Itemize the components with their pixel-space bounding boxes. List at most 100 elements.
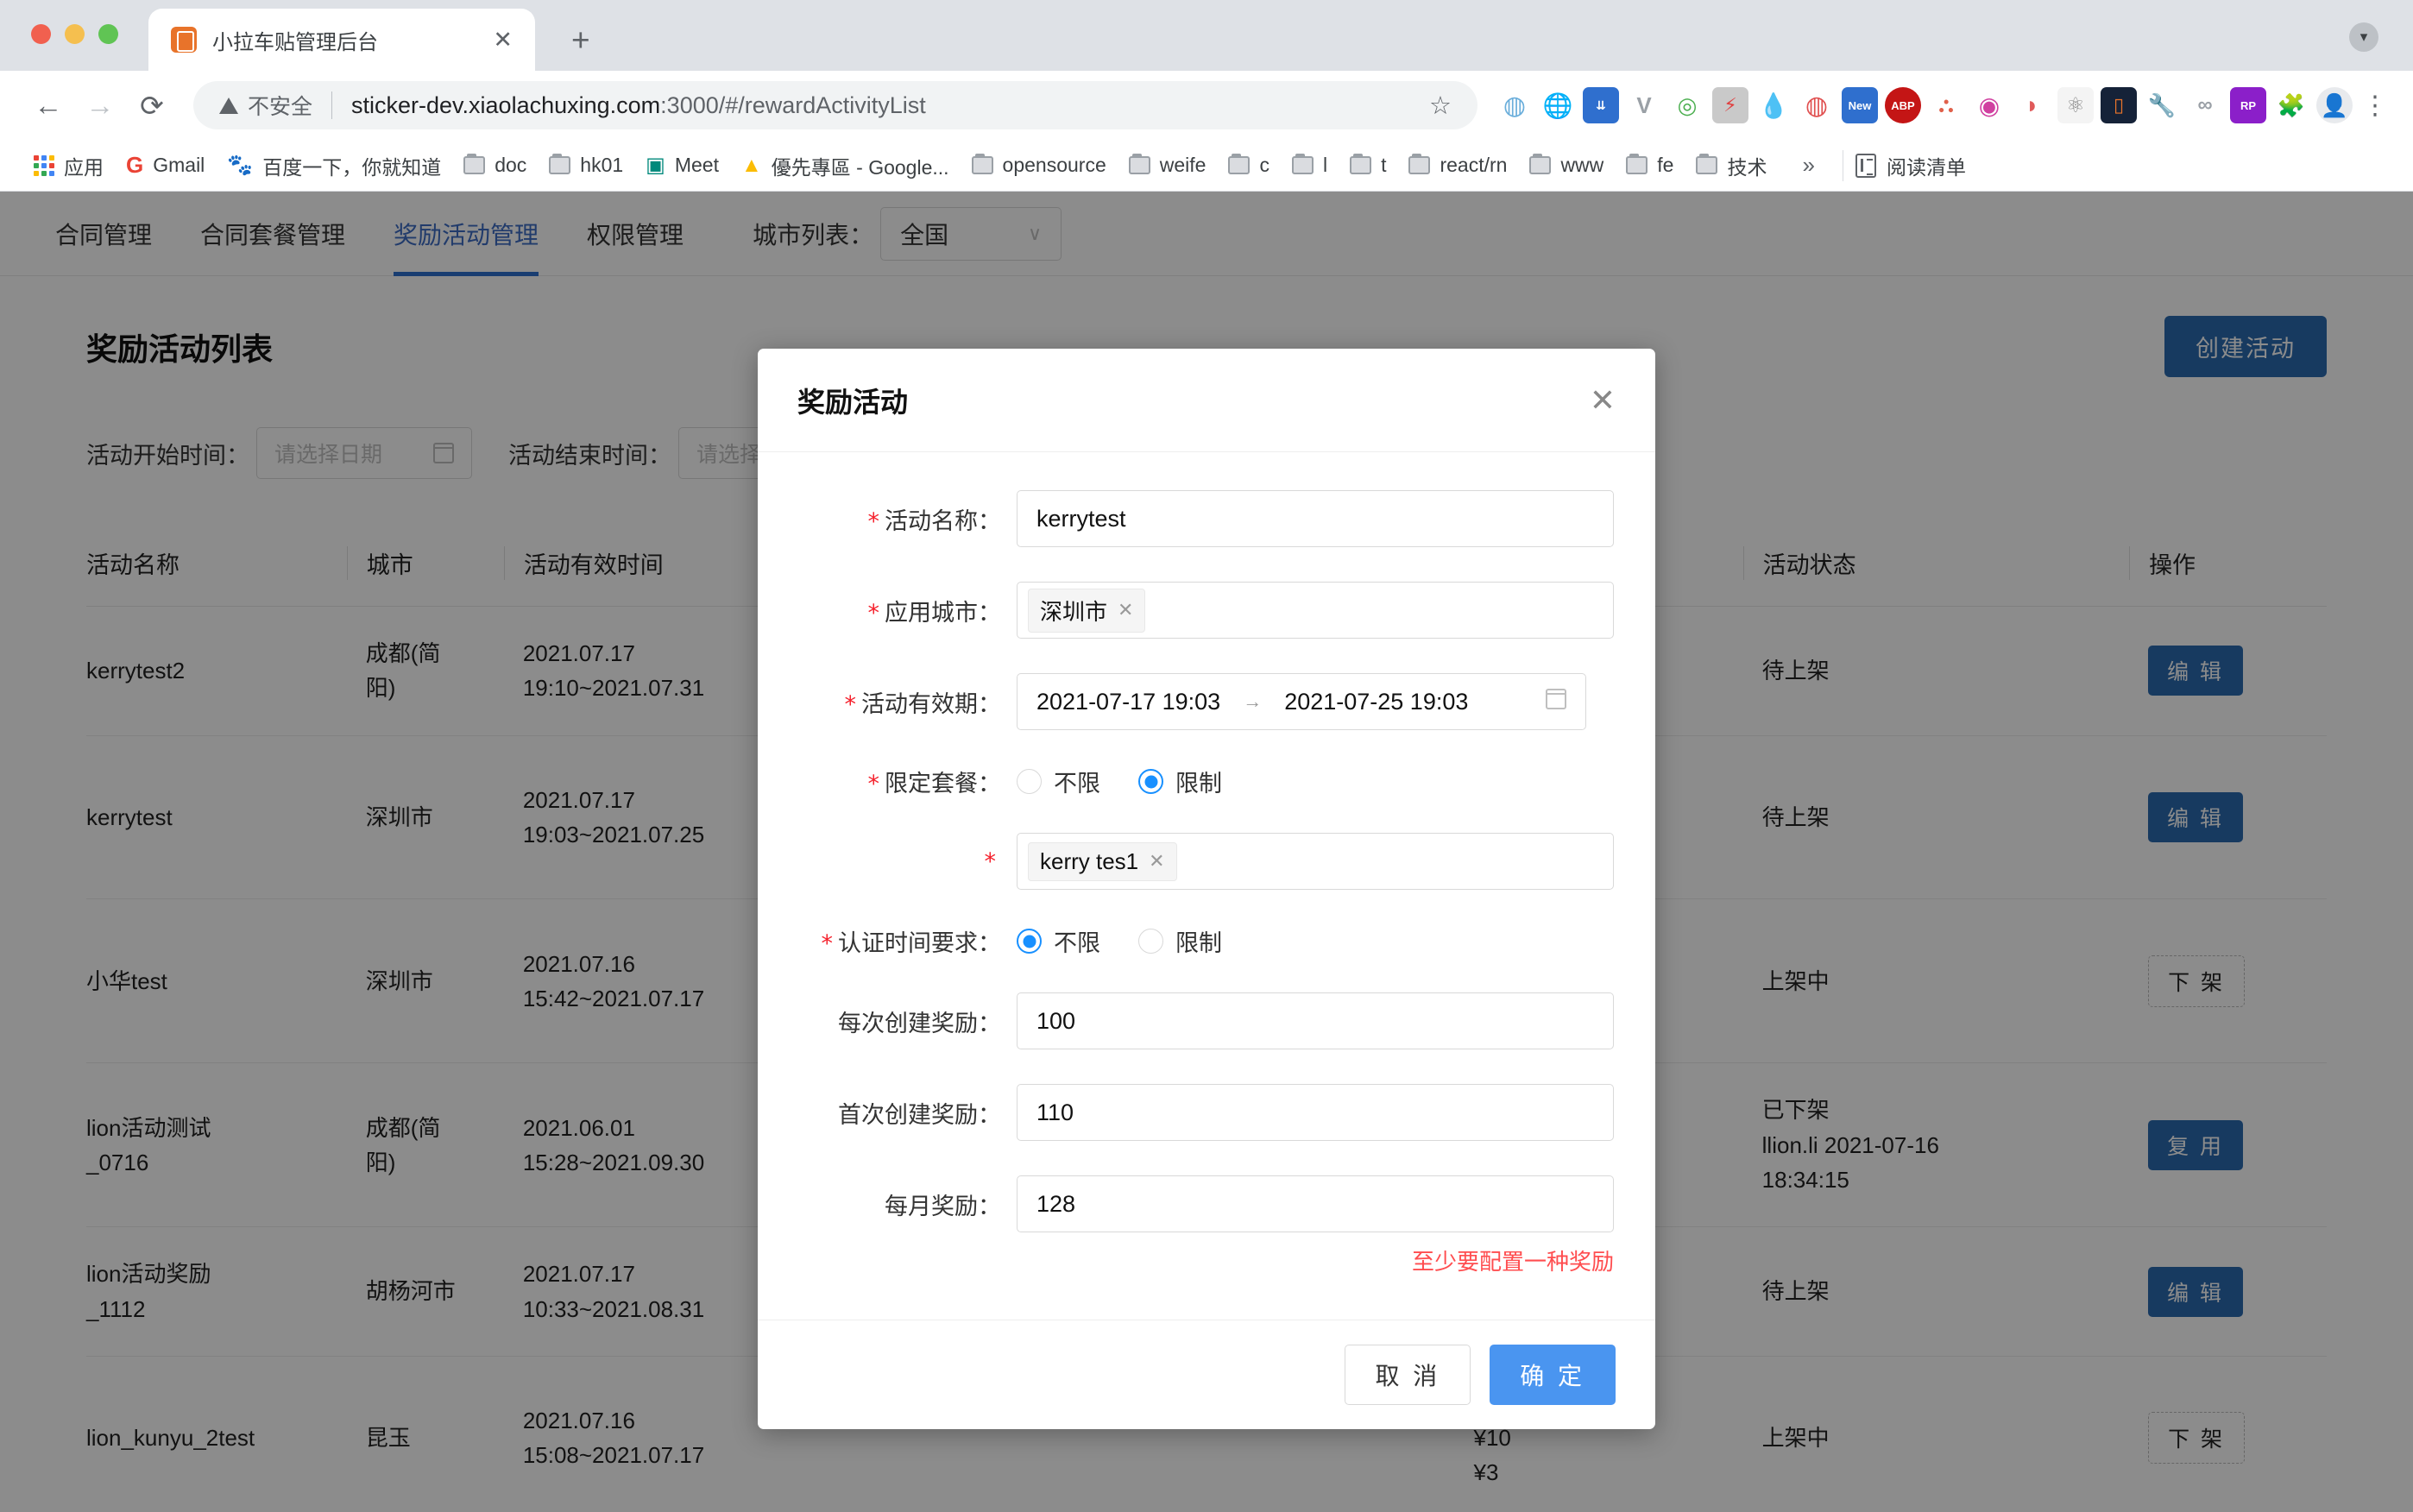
meet-icon: ▣: [646, 154, 665, 177]
label-text: 认证时间要求：: [838, 930, 1001, 956]
ext-globe-icon[interactable]: 🌐: [1540, 87, 1576, 123]
browser-tab[interactable]: 小拉车贴管理后台 ✕: [148, 9, 535, 71]
ext-oval-blue-icon[interactable]: ◍: [1496, 87, 1533, 123]
ext-red-shape-icon[interactable]: ◗: [2014, 87, 2051, 123]
remove-tag-icon[interactable]: ✕: [1149, 850, 1164, 873]
field-label: *: [758, 848, 1017, 875]
period-start-value[interactable]: 2021-07-17 19:03: [1036, 689, 1220, 715]
ext-abp-icon[interactable]: ABP: [1885, 87, 1921, 123]
bookmark-l[interactable]: l: [1281, 146, 1339, 186]
back-button[interactable]: ←: [22, 79, 74, 131]
chevron-down-icon[interactable]: ▾: [2349, 22, 2378, 52]
minimize-window-button[interactable]: [65, 24, 85, 44]
radio-dot-icon: [1017, 769, 1042, 794]
ext-color-wheel-icon[interactable]: ◉: [1971, 87, 2007, 123]
radio-label: 不限: [1054, 771, 1100, 797]
maximize-window-button[interactable]: [98, 24, 118, 44]
radio-auth-unlimited[interactable]: 不限: [1017, 924, 1100, 958]
ext-dark-tile-icon[interactable]: ▯: [2101, 87, 2137, 123]
ext-drop-icon[interactable]: 💧: [1755, 87, 1792, 123]
bookmark-label: l: [1322, 154, 1328, 176]
ext-clouds-icon[interactable]: ∞: [2187, 87, 2223, 123]
bookmark-label: hk01: [580, 154, 624, 176]
ext-wrench-icon[interactable]: 🔧: [2144, 87, 2180, 123]
activity-name-input[interactable]: kerrytest: [1017, 490, 1614, 547]
radio-package-limited[interactable]: 限制: [1138, 765, 1222, 798]
bookmark-baidu[interactable]: 🐾 百度一下，你就知道: [216, 146, 452, 186]
bookmark-t[interactable]: t: [1339, 146, 1397, 186]
bookmark-www[interactable]: www: [1518, 146, 1615, 186]
chrome-menu-icon[interactable]: ⋮: [2359, 91, 2391, 121]
package-tag[interactable]: kerry tes1 ✕: [1028, 841, 1177, 881]
forward-button[interactable]: →: [74, 79, 126, 131]
monthly-reward-input[interactable]: 128: [1017, 1175, 1614, 1232]
radio-auth-limited[interactable]: 限制: [1138, 924, 1222, 958]
bookmark-react-rn[interactable]: react/rn: [1397, 146, 1518, 186]
ext-rp-purple-icon[interactable]: RP: [2230, 87, 2266, 123]
close-tab-icon[interactable]: ✕: [493, 28, 513, 52]
bookmark-label: t: [1381, 154, 1387, 176]
bookmark-jishu[interactable]: 技术: [1685, 146, 1778, 186]
ext-puzzle-icon[interactable]: 🧩: [2273, 87, 2309, 123]
each-create-reward-input[interactable]: 100: [1017, 992, 1614, 1049]
bookmark-apps[interactable]: 应用: [22, 146, 115, 186]
bookmarks-overflow-icon[interactable]: »: [1802, 152, 1814, 179]
bookmark-weife[interactable]: weife: [1118, 146, 1218, 186]
field-auth-time-requirement: * 认证时间要求： 不限 限制: [758, 924, 1614, 958]
remove-tag-icon[interactable]: ✕: [1118, 599, 1133, 621]
field-label: * 活动有效期：: [758, 685, 1017, 719]
bookmark-fe[interactable]: fe: [1615, 146, 1685, 186]
reload-button[interactable]: ⟳: [126, 79, 178, 131]
bookmark-opensource[interactable]: opensource: [961, 146, 1118, 186]
close-window-button[interactable]: [31, 24, 51, 44]
not-secure-badge[interactable]: 不安全: [219, 90, 312, 121]
ext-flash-icon[interactable]: ⚡: [1712, 87, 1748, 123]
field-label: 每月奖励：: [885, 1193, 1001, 1219]
bookmark-doc[interactable]: doc: [452, 146, 538, 186]
bookmark-meet[interactable]: ▣ Meet: [634, 146, 730, 186]
field-control: 深圳市 ✕: [1017, 582, 1614, 639]
url-text: sticker-dev.xiaolachuxing.com:3000/#/rew…: [351, 92, 926, 119]
bookmarks-bar: 应用 G Gmail 🐾 百度一下，你就知道 doc hk01 ▣ Meet ▲…: [0, 140, 2413, 192]
apply-city-select[interactable]: 深圳市 ✕: [1017, 582, 1614, 639]
address-bar[interactable]: 不安全 sticker-dev.xiaolachuxing.com:3000/#…: [193, 81, 1477, 129]
window-traffic-lights[interactable]: [31, 24, 118, 44]
ext-new-icon[interactable]: New: [1842, 87, 1878, 123]
ext-profile-icon[interactable]: 👤: [2316, 87, 2353, 123]
close-icon[interactable]: ✕: [1590, 384, 1616, 416]
bookmark-label: www: [1560, 154, 1604, 176]
required-asterisk-icon: *: [867, 771, 880, 797]
bookmark-label: Gmail: [153, 154, 205, 176]
first-create-reward-input[interactable]: 110: [1017, 1084, 1614, 1141]
folder-icon: [1696, 154, 1718, 174]
reading-list-button[interactable]: 阅读清单: [1855, 151, 1966, 180]
new-tab-button[interactable]: +: [571, 22, 590, 59]
ext-oval-red-icon[interactable]: ◍: [1799, 87, 1835, 123]
ext-v-gray-icon[interactable]: V: [1626, 87, 1662, 123]
bookmark-label: 優先專區 - Google...: [771, 155, 949, 179]
field-first-create-reward: 首次创建奖励： 110: [758, 1084, 1614, 1141]
radio-package-unlimited[interactable]: 不限: [1017, 765, 1100, 798]
city-tag-label: 深圳市: [1040, 598, 1108, 625]
package-select[interactable]: kerry tes1 ✕: [1017, 833, 1614, 890]
city-tag[interactable]: 深圳市 ✕: [1028, 588, 1146, 633]
radio-label: 限制: [1175, 930, 1222, 956]
label-text: 活动有效期：: [861, 690, 1001, 717]
confirm-button[interactable]: 确 定: [1490, 1345, 1616, 1405]
range-arrow-icon: →: [1243, 690, 1263, 712]
ext-sitemap-icon[interactable]: ⛬: [1928, 87, 1964, 123]
apps-grid-icon: [34, 154, 54, 176]
bookmark-c[interactable]: c: [1217, 146, 1281, 186]
ext-target-icon[interactable]: ◎: [1669, 87, 1705, 123]
security-label: 不安全: [248, 95, 313, 119]
bookmark-gmail[interactable]: G Gmail: [115, 146, 216, 186]
cancel-button[interactable]: 取 消: [1345, 1345, 1471, 1405]
folder-icon: [1408, 154, 1431, 174]
period-end-value[interactable]: 2021-07-25 19:03: [1284, 689, 1468, 715]
ext-react-icon[interactable]: ⚛: [2057, 87, 2094, 123]
bookmark-star-icon[interactable]: ☆: [1412, 91, 1452, 121]
valid-period-range-picker[interactable]: 2021-07-17 19:03 → 2021-07-25 19:03: [1017, 673, 1586, 730]
ext-downloads-icon[interactable]: ⇊: [1583, 87, 1619, 123]
bookmark-google-drive[interactable]: ▲ 優先專區 - Google...: [730, 146, 961, 186]
bookmark-hk01[interactable]: hk01: [538, 146, 634, 186]
